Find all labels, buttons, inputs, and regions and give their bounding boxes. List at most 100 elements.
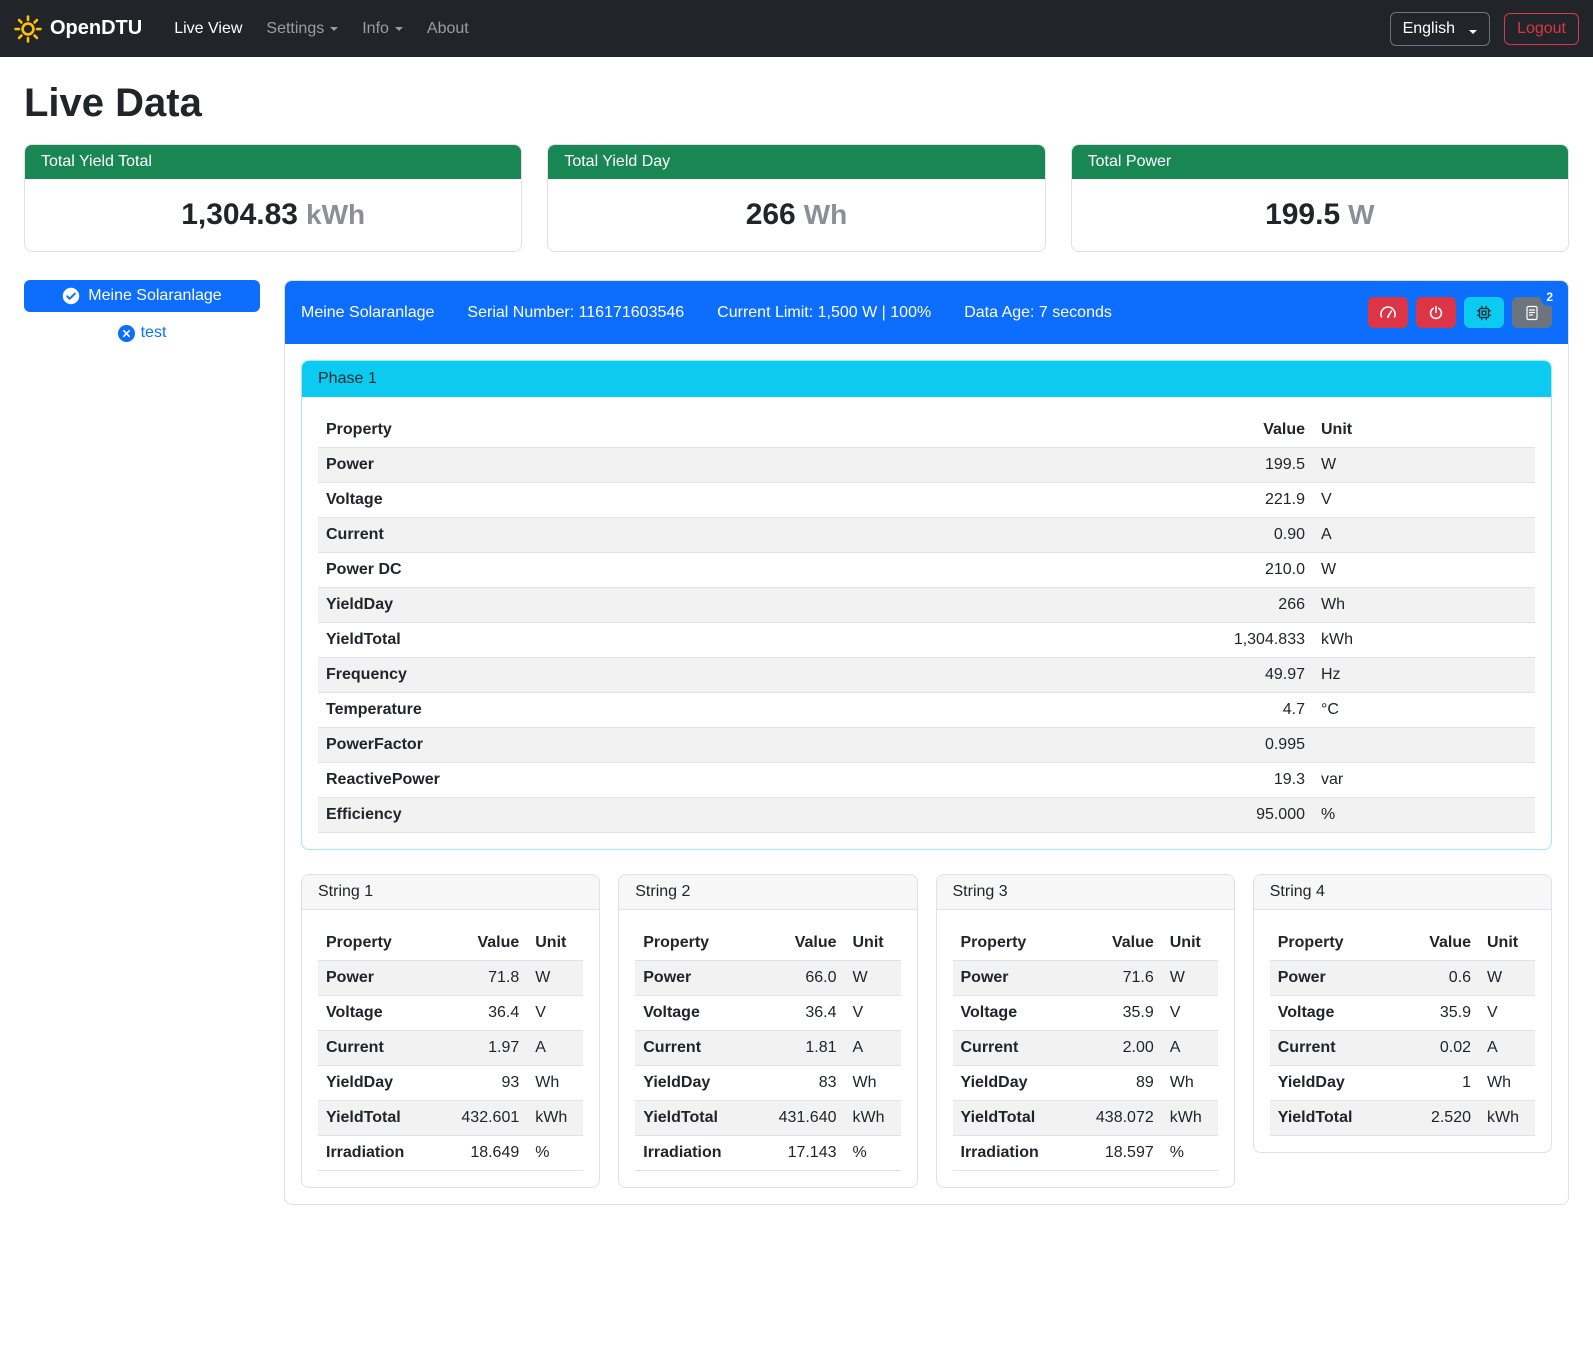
string-3-card: String 3 Property Value Unit: [936, 874, 1235, 1188]
check-circle-icon: [62, 287, 80, 305]
property-name: Voltage: [318, 483, 1163, 518]
property-name: Irradiation: [318, 1136, 443, 1171]
property-name: Power: [635, 961, 760, 996]
property-unit: kWh: [1313, 623, 1535, 658]
property-value: 4.7: [1163, 693, 1313, 728]
inverter-item-test[interactable]: test: [24, 324, 260, 342]
property-name: Current: [1270, 1031, 1395, 1066]
property-unit: V: [1162, 996, 1218, 1031]
property-unit: kWh: [845, 1101, 901, 1136]
table-row: YieldTotal 431.640 kWh: [635, 1101, 900, 1136]
property-name: Irradiation: [953, 1136, 1078, 1171]
sun-icon: [14, 15, 42, 43]
property-name: Power: [318, 961, 443, 996]
col-header-property: Property: [635, 926, 760, 961]
brand[interactable]: OpenDTU: [14, 15, 142, 43]
card-unit: Wh: [804, 199, 848, 230]
property-name: Voltage: [1270, 996, 1395, 1031]
property-name: YieldDay: [318, 1066, 443, 1101]
property-value: 35.9: [1395, 996, 1479, 1031]
string-card-title: String 4: [1254, 875, 1551, 910]
property-unit: [1313, 728, 1535, 763]
chevron-down-icon: [330, 27, 338, 31]
table-header-row: Property Value Unit: [953, 926, 1218, 961]
property-value: 432.601: [443, 1101, 527, 1136]
property-value: 17.143: [761, 1136, 845, 1171]
col-header-unit: Unit: [527, 926, 583, 961]
property-name: YieldTotal: [318, 623, 1163, 658]
inverter-panel-header: Meine Solaranlage Serial Number: 1161716…: [285, 281, 1568, 344]
property-unit: V: [845, 996, 901, 1031]
property-unit: kWh: [1162, 1101, 1218, 1136]
card-value: 1,304.83: [181, 198, 298, 231]
property-value: 49.97: [1163, 658, 1313, 693]
limit-settings-button[interactable]: [1368, 297, 1408, 328]
inverter-select-button[interactable]: Meine Solaranlage: [24, 280, 260, 312]
property-value: 431.640: [761, 1101, 845, 1136]
property-unit: W: [1479, 961, 1535, 996]
property-name: Efficiency: [318, 798, 1163, 833]
card-unit: W: [1348, 199, 1374, 230]
property-value: 95.000: [1163, 798, 1313, 833]
table-row: Current 0.90 A: [318, 518, 1535, 553]
journal-icon: [1524, 305, 1540, 321]
power-button[interactable]: [1416, 297, 1456, 328]
table-row: Irradiation 18.649 %: [318, 1136, 583, 1171]
property-name: Voltage: [635, 996, 760, 1031]
table-row: Power DC 210.0 W: [318, 553, 1535, 588]
x-circle-icon: [118, 325, 135, 342]
device-info-button[interactable]: [1464, 297, 1504, 328]
table-row: YieldTotal 1,304.833 kWh: [318, 623, 1535, 658]
table-row: YieldTotal 438.072 kWh: [953, 1101, 1218, 1136]
serial-number: Serial Number: 116171603546: [467, 304, 684, 322]
property-value: 210.0: [1163, 553, 1313, 588]
speedometer-icon: [1379, 304, 1397, 322]
table-header-row: Property Value Unit: [635, 926, 900, 961]
property-unit: %: [845, 1136, 901, 1171]
property-name: YieldDay: [1270, 1066, 1395, 1101]
property-value: 1,304.833: [1163, 623, 1313, 658]
property-value: 266: [1163, 588, 1313, 623]
property-value: 1: [1395, 1066, 1479, 1101]
nav-item-live-view[interactable]: Live View: [162, 12, 254, 46]
nav-item-about[interactable]: About: [415, 12, 481, 46]
string-table: Property Value Unit Power: [635, 926, 900, 1171]
table-header-row: Property Value Unit: [318, 413, 1535, 448]
table-row: YieldDay 266 Wh: [318, 588, 1535, 623]
property-unit: var: [1313, 763, 1535, 798]
table-row: Irradiation 17.143 %: [635, 1136, 900, 1171]
navbar: OpenDTU Live View Settings Info About En…: [0, 0, 1593, 57]
phase-card-title: Phase 1: [302, 361, 1551, 397]
table-row: Irradiation 18.597 %: [953, 1136, 1218, 1171]
property-unit: %: [527, 1136, 583, 1171]
table-header-row: Property Value Unit: [318, 926, 583, 961]
string-2-card: String 2 Property Value Unit: [618, 874, 917, 1188]
property-value: 89: [1078, 1066, 1162, 1101]
card-value-row: 266Wh: [548, 179, 1044, 251]
property-unit: V: [1313, 483, 1535, 518]
property-unit: %: [1162, 1136, 1218, 1171]
property-value: 438.072: [1078, 1101, 1162, 1136]
property-value: 18.597: [1078, 1136, 1162, 1171]
nav-item-label: Settings: [266, 20, 324, 37]
property-name: YieldDay: [318, 588, 1163, 623]
property-name: Power: [1270, 961, 1395, 996]
events-button[interactable]: 2: [1512, 297, 1552, 328]
col-header-property: Property: [318, 926, 443, 961]
property-value: 93: [443, 1066, 527, 1101]
summary-row: Total Yield Total 1,304.83kWh Total Yiel…: [24, 144, 1569, 252]
col-header-value: Value: [1078, 926, 1162, 961]
property-unit: Hz: [1313, 658, 1535, 693]
property-name: Irradiation: [635, 1136, 760, 1171]
property-name: YieldTotal: [953, 1101, 1078, 1136]
table-row: Current 2.00 A: [953, 1031, 1218, 1066]
property-unit: kWh: [527, 1101, 583, 1136]
nav-item-info[interactable]: Info: [350, 12, 415, 46]
language-select[interactable]: English: [1390, 12, 1490, 46]
property-value: 19.3: [1163, 763, 1313, 798]
phase-table: Property Value Unit Power: [318, 413, 1535, 833]
col-header-unit: Unit: [1479, 926, 1535, 961]
string-1-card: String 1 Property Value Unit: [301, 874, 600, 1188]
nav-item-settings[interactable]: Settings: [254, 12, 350, 46]
logout-button[interactable]: Logout: [1504, 13, 1579, 45]
